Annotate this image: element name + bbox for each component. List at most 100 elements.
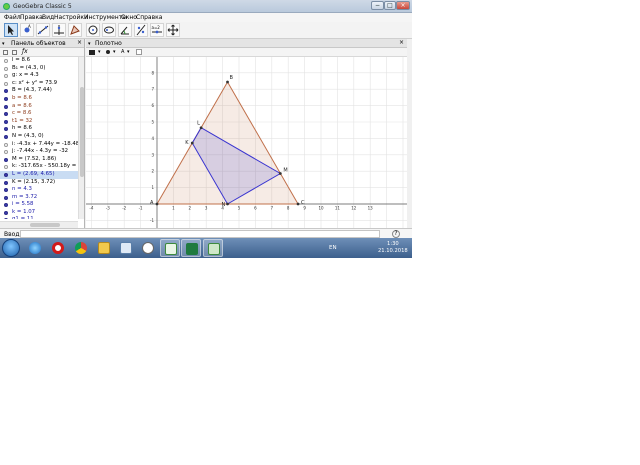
triangle-down-icon[interactable]: ▾ — [88, 41, 91, 47]
object-row[interactable]: j: -7.44x - 4.3y = -32 — [0, 148, 78, 156]
axes-toggle-icon[interactable] — [89, 50, 95, 55]
perpendicular-tool[interactable] — [52, 23, 66, 37]
plot-canvas[interactable]: -4 -3 -2 -1 1 2 3 4 5 6 7 8 9 10 11 12 1387654321-1 ABCN… — [86, 57, 407, 228]
visibility-toggle-icon[interactable] — [4, 119, 8, 124]
visibility-toggle-icon[interactable] — [4, 89, 8, 94]
object-row[interactable]: l = 8.6 — [0, 57, 78, 65]
algebra-horizontal-scrollbar[interactable] — [0, 221, 78, 228]
snap-toggle-icon[interactable] — [136, 49, 142, 55]
circle-icon — [88, 25, 98, 35]
visibility-toggle-icon[interactable] — [4, 165, 8, 170]
taskbar-picture[interactable] — [116, 239, 136, 257]
circle-tool[interactable] — [86, 23, 100, 37]
object-row[interactable]: B₁ = (4.3, 0) — [0, 65, 78, 73]
line-tool[interactable] — [36, 23, 50, 37]
object-row[interactable]: g: x = 4.3 — [0, 72, 78, 80]
visibility-toggle-icon[interactable] — [4, 195, 8, 200]
point-style-dropdown-icon[interactable]: ▾ — [113, 49, 116, 55]
menu-settings[interactable]: Настройки — [54, 14, 88, 21]
label-dropdown-icon[interactable]: ▾ — [127, 49, 130, 55]
visibility-toggle-icon[interactable] — [4, 142, 8, 147]
taskbar-geogebra[interactable] — [160, 239, 180, 257]
point-a — [155, 202, 159, 206]
point-tool[interactable]: A — [20, 23, 34, 37]
visibility-toggle-icon[interactable] — [4, 157, 8, 162]
algebra-scrollbar[interactable] — [78, 57, 84, 219]
visibility-toggle-icon[interactable] — [4, 172, 8, 177]
menu-window[interactable]: Окно — [121, 14, 137, 21]
function-icon[interactable]: ƒx — [22, 48, 28, 55]
object-row[interactable]: k = 1.07 — [0, 209, 78, 217]
visibility-toggle-icon[interactable] — [4, 104, 8, 109]
polygon-tool[interactable] — [68, 23, 82, 37]
object-row[interactable]: b = 8.6 — [0, 95, 78, 103]
taskbar-ie[interactable] — [25, 239, 45, 257]
sort-icon[interactable] — [12, 50, 17, 55]
visibility-toggle-icon[interactable] — [4, 218, 8, 219]
object-row[interactable]: K = (2.15, 3.72) — [0, 179, 78, 187]
visibility-toggle-icon[interactable] — [4, 210, 8, 215]
visibility-toggle-icon[interactable] — [4, 112, 8, 117]
visibility-toggle-icon[interactable] — [4, 127, 8, 132]
algebra-view-close-button[interactable]: × — [77, 39, 82, 46]
move-tool[interactable] — [4, 23, 18, 37]
start-button[interactable] — [2, 239, 20, 257]
visibility-toggle-icon[interactable] — [4, 150, 8, 155]
taskbar-geogebra-window[interactable] — [203, 239, 223, 257]
angle-tool[interactable] — [118, 23, 132, 37]
visibility-toggle-icon[interactable] — [4, 74, 8, 79]
visibility-toggle-icon[interactable] — [4, 59, 8, 63]
input-field[interactable] — [20, 230, 380, 238]
taskbar-explorer[interactable] — [94, 239, 114, 257]
visibility-toggle-icon[interactable] — [4, 96, 8, 101]
object-row[interactable]: c: x² + y² = 73.9 — [0, 80, 78, 88]
ellipse-tool[interactable] — [102, 23, 116, 37]
object-row[interactable]: h = 8.6 — [0, 125, 78, 133]
taskbar-excel[interactable] — [181, 239, 201, 257]
horizontal-scroll-thumb[interactable] — [30, 223, 60, 227]
object-row[interactable]: M = (7.52, 1.86) — [0, 156, 78, 164]
visibility-toggle-icon[interactable] — [4, 134, 8, 139]
point-style-icon[interactable] — [106, 50, 110, 54]
visibility-toggle-icon[interactable] — [4, 66, 8, 71]
visibility-toggle-icon[interactable] — [4, 203, 8, 208]
menu-view[interactable]: Вид — [42, 14, 54, 21]
visibility-toggle-icon[interactable] — [4, 180, 8, 185]
close-button[interactable]: × — [396, 1, 410, 10]
object-row[interactable]: i: -4.3x + 7.44y = -18.48 — [0, 141, 78, 149]
object-row[interactable]: n = 4.3 — [0, 186, 78, 194]
object-row[interactable]: t1 = 32 — [0, 118, 78, 126]
object-row[interactable]: N = (4.3, 0) — [0, 133, 78, 141]
taskbar-player[interactable] — [138, 239, 158, 257]
algebra-scroll-thumb[interactable] — [80, 87, 84, 177]
object-row[interactable]: k: -317.65x - 550.18y = - — [0, 163, 78, 171]
minimize-button[interactable]: − — [371, 1, 384, 10]
clock[interactable]: 1:30 21.10.2018 — [378, 241, 408, 255]
language-indicator[interactable]: EN — [329, 245, 337, 251]
object-row[interactable]: i = 5.58 — [0, 201, 78, 209]
label-style-icon[interactable]: A — [121, 49, 124, 55]
object-row[interactable]: B = (4.3, 7.44) — [0, 87, 78, 95]
algebra-view-style-bar: ƒx — [0, 48, 84, 57]
object-row[interactable]: q1 = 11 — [0, 216, 78, 219]
object-row[interactable]: c = 8.6 — [0, 110, 78, 118]
graphics-view-close-button[interactable]: × — [399, 39, 404, 46]
menu-edit[interactable]: Правка — [20, 14, 43, 21]
grid-toggle-icon[interactable]: ▾ — [98, 49, 101, 55]
visibility-toggle-icon[interactable] — [4, 81, 8, 86]
auxiliary-objects-icon[interactable] — [3, 50, 8, 55]
slider-tool[interactable]: a=2 — [150, 23, 164, 37]
object-row[interactable]: m = 3.72 — [0, 194, 78, 202]
reflect-tool[interactable] — [134, 23, 148, 37]
object-row[interactable]: a = 8.6 — [0, 103, 78, 111]
menu-file[interactable]: Файл — [4, 14, 21, 21]
menu-help[interactable]: Справка — [136, 14, 162, 21]
taskbar-opera[interactable] — [48, 239, 68, 257]
taskbar-chrome[interactable] — [71, 239, 91, 257]
visibility-toggle-icon[interactable] — [4, 188, 8, 193]
object-row[interactable]: L = (2.69, 4.65) — [0, 170, 78, 179]
triangle-down-icon[interactable]: ▾ — [2, 41, 5, 47]
help-icon[interactable]: ? — [392, 230, 400, 238]
maximize-button[interactable]: □ — [384, 1, 396, 10]
move-view-tool[interactable] — [166, 23, 180, 37]
